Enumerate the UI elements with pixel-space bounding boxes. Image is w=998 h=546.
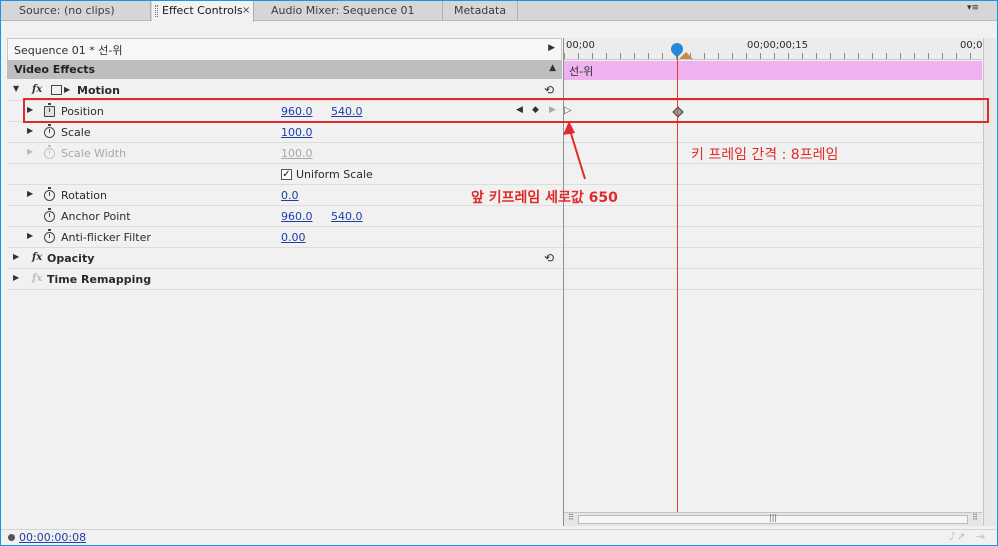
time-ruler[interactable]: 00;00 00;00;00;15 00;0 bbox=[564, 38, 982, 60]
ruler-ticks bbox=[564, 53, 982, 59]
timeline-row-opacity bbox=[564, 248, 982, 269]
effect-row-opacity: ▶ fx Opacity ⟲ bbox=[7, 248, 562, 269]
stopwatch-icon[interactable] bbox=[44, 229, 55, 243]
stopwatch-icon[interactable] bbox=[44, 124, 55, 138]
status-bar: 00:00:00:08 ♪↗ ⇥ bbox=[1, 529, 997, 545]
stopwatch-icon[interactable] bbox=[44, 187, 55, 201]
horizontal-scrollbar[interactable]: ⠿ ||| ⠿ bbox=[564, 512, 982, 526]
effect-row-time-remapping: ▶ fx Time Remapping bbox=[7, 269, 562, 290]
panel-tab-bar: Source: (no clips) Effect Controls × Aud… bbox=[1, 1, 997, 22]
panel-menu-icon[interactable]: ▾≡ bbox=[967, 3, 979, 13]
tab-label: Source: (no clips) bbox=[19, 4, 115, 17]
property-row-scale-width: ▶ Scale Width 100.0 bbox=[7, 143, 562, 164]
property-row-scale: ▶ Scale 100.0 bbox=[7, 122, 562, 143]
expand-triangle-icon[interactable]: ▶ bbox=[27, 231, 33, 240]
expand-triangle-icon[interactable]: ▶ bbox=[13, 252, 19, 261]
property-row-anchor-point: Anchor Point 960.0 540.0 bbox=[7, 206, 562, 227]
expand-triangle-icon[interactable]: ▶ bbox=[27, 147, 33, 156]
show-timeline-icon[interactable]: ▶ bbox=[548, 43, 555, 53]
timecode-indicator-icon bbox=[8, 534, 15, 541]
property-label: Scale Width bbox=[61, 147, 127, 160]
stopwatch-icon bbox=[44, 145, 55, 159]
scroll-left-grip-icon[interactable]: ⠿ bbox=[568, 513, 574, 522]
property-row-uniform-scale: ✓ Uniform Scale bbox=[7, 164, 562, 185]
annotation-prev-keyframe: 앞 키프레임 세로값 650 bbox=[471, 190, 618, 206]
motion-arrow-icon: ▶ bbox=[64, 85, 71, 94]
stopwatch-icon[interactable] bbox=[44, 208, 55, 222]
timeline-row-anchor-point bbox=[564, 206, 982, 227]
tab-label: Audio Mixer: Sequence 01 bbox=[271, 4, 415, 17]
effect-label: Time Remapping bbox=[47, 273, 152, 286]
reset-icon[interactable]: ⟲ bbox=[544, 251, 554, 265]
property-label: Anchor Point bbox=[61, 210, 131, 223]
expand-triangle-icon[interactable]: ▼ bbox=[13, 84, 19, 93]
effect-label: Motion bbox=[77, 84, 120, 97]
tab-audio-mixer[interactable]: Audio Mixer: Sequence 01 bbox=[255, 1, 443, 21]
effect-label: Opacity bbox=[47, 252, 95, 265]
annotation-arrow bbox=[563, 121, 586, 180]
property-row-anti-flicker: ▶ Anti-flicker Filter 0.00 bbox=[7, 227, 562, 248]
transform-box-icon[interactable] bbox=[51, 85, 62, 95]
rotation-value[interactable]: 0.0 bbox=[281, 189, 299, 202]
fx-toggle-icon[interactable]: fx bbox=[32, 252, 42, 263]
timeline-row-anti-flicker bbox=[564, 227, 982, 248]
fx-toggle-icon[interactable]: fx bbox=[32, 84, 42, 95]
anchor-y-value[interactable]: 540.0 bbox=[331, 210, 363, 223]
collapse-up-icon[interactable]: ▲ bbox=[549, 63, 556, 73]
sequence-label: Sequence 01 * 선-위 bbox=[14, 44, 123, 57]
annotation-keyframe-interval: 키 프레임 간격 : 8프레임 bbox=[691, 147, 839, 163]
expand-triangle-icon[interactable]: ▶ bbox=[13, 273, 19, 282]
tab-metadata[interactable]: Metadata bbox=[444, 1, 518, 21]
video-effects-header: Video Effects ▲ bbox=[7, 60, 562, 79]
scale-width-value: 100.0 bbox=[281, 147, 313, 160]
expand-triangle-icon[interactable]: ▶ bbox=[27, 126, 33, 135]
section-title: Video Effects bbox=[14, 63, 96, 76]
timeline-row-time-remapping bbox=[564, 269, 982, 290]
property-label: Rotation bbox=[61, 189, 108, 202]
annotation-highlight-box bbox=[23, 98, 989, 123]
reset-icon[interactable]: ⟲ bbox=[544, 83, 554, 97]
time-end-label: 00;0 bbox=[960, 40, 983, 51]
grip-icon bbox=[155, 5, 158, 17]
tab-effect-controls[interactable]: Effect Controls × bbox=[152, 1, 254, 22]
scroll-grip-icon: ||| bbox=[769, 513, 778, 522]
anchor-x-value[interactable]: 960.0 bbox=[281, 210, 313, 223]
clip-bar[interactable]: 선-위 bbox=[564, 61, 982, 80]
scroll-right-grip-icon[interactable]: ⠿ bbox=[972, 513, 978, 522]
current-timecode[interactable]: 00:00:00:08 bbox=[19, 531, 86, 544]
tab-label: Metadata bbox=[454, 4, 507, 17]
effect-controls-window: Source: (no clips) Effect Controls × Aud… bbox=[0, 0, 998, 546]
time-start-label: 00;00 bbox=[566, 40, 595, 51]
export-icons: ♪↗ ⇥ bbox=[949, 530, 985, 543]
property-label: Anti-flicker Filter bbox=[61, 231, 151, 244]
time-mid-label: 00;00;00;15 bbox=[747, 40, 809, 51]
anti-flicker-value[interactable]: 0.00 bbox=[281, 231, 306, 244]
close-icon[interactable]: × bbox=[242, 1, 250, 20]
clip-label: 선-위 bbox=[569, 65, 594, 78]
scale-value[interactable]: 100.0 bbox=[281, 126, 313, 139]
sequence-bar: Sequence 01 * 선-위 ▶ bbox=[7, 38, 562, 60]
uniform-scale-checkbox[interactable]: ✓ bbox=[281, 169, 292, 180]
tab-source[interactable]: Source: (no clips) bbox=[1, 1, 151, 21]
fx-toggle-icon: fx bbox=[32, 273, 43, 284]
property-label: Scale bbox=[61, 126, 91, 139]
tab-label: Effect Controls bbox=[162, 4, 243, 17]
expand-triangle-icon[interactable]: ▶ bbox=[27, 189, 33, 198]
checkbox-label: Uniform Scale bbox=[296, 168, 373, 181]
